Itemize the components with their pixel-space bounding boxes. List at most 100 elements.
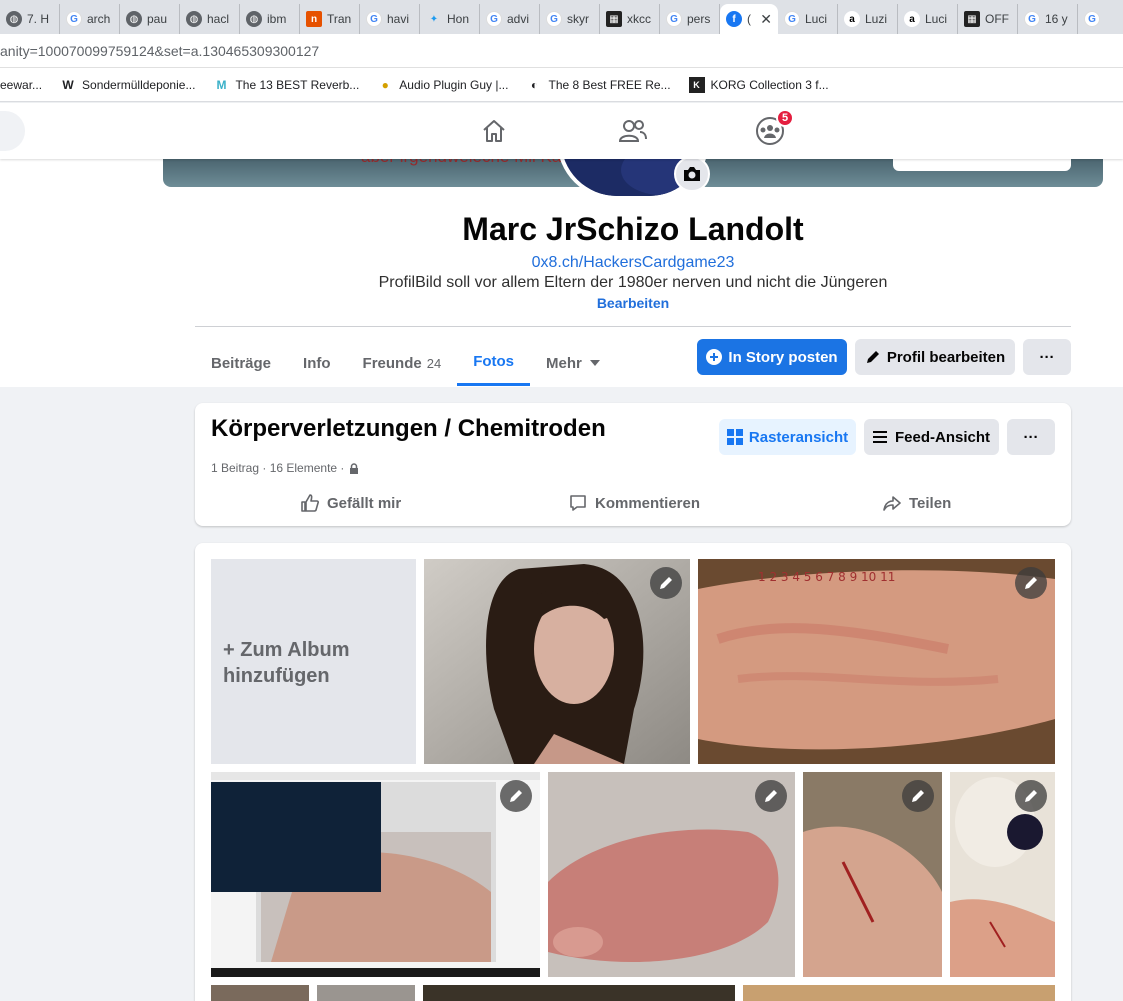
address-bar[interactable]: anity=100070099759124&set=a.130465309300…	[0, 34, 1123, 68]
google-icon: G	[366, 11, 382, 27]
photo-tile[interactable]	[211, 772, 540, 977]
tab-fotos[interactable]: Fotos	[457, 340, 531, 386]
google-icon: G	[784, 11, 800, 27]
tab-label: advi	[507, 12, 530, 26]
browser-tab[interactable]: ◍ ibm	[240, 4, 300, 34]
amazon-icon: a	[844, 11, 860, 27]
notification-badge: 5	[776, 109, 794, 127]
tab-beitraege[interactable]: Beiträge	[195, 340, 287, 386]
browser-tab[interactable]: ✦ Hon	[420, 4, 480, 34]
photo-tile[interactable]: 1 2 3 4 5 6 7 8 9 10 11	[698, 559, 1055, 764]
edit-profile-button[interactable]: Profil bearbeiten	[855, 339, 1015, 375]
pencil-icon	[765, 790, 777, 802]
tab-freunde[interactable]: Freunde 24	[347, 340, 458, 386]
comment-button[interactable]: Kommentieren	[568, 488, 700, 518]
facebook-icon: f	[726, 11, 742, 27]
browser-tab[interactable]: ◍ pau	[120, 4, 180, 34]
camera-icon[interactable]	[674, 156, 710, 192]
search-input[interactable]	[0, 111, 25, 151]
bookmark-label: The 8 Best FREE Re...	[548, 77, 671, 92]
tab-label: Tran	[327, 12, 352, 26]
edit-photo-button[interactable]	[902, 780, 934, 812]
pencil-icon	[660, 577, 672, 589]
story-button[interactable]: In Story posten	[697, 339, 847, 375]
url-text[interactable]: anity=100070099759124&set=a.130465309300…	[0, 43, 319, 59]
feed-view-button[interactable]: Feed-Ansicht	[864, 419, 999, 455]
edit-photo-button[interactable]	[650, 567, 682, 599]
browser-tab[interactable]: Gpers	[660, 4, 720, 34]
profile-link[interactable]: 0x8.ch/HackersCardgame23	[0, 254, 1123, 272]
bookmark-item[interactable]: ● Audio Plugin Guy |...	[377, 77, 509, 93]
tab-label: skyr	[567, 12, 589, 26]
browser-tab[interactable]: G Luci	[778, 4, 838, 34]
bookmark-item[interactable]: ◐ The 8 Best FREE Re...	[526, 77, 671, 93]
browser-tab[interactable]: Ghavi	[360, 4, 420, 34]
home-icon[interactable]	[478, 115, 510, 147]
grid-icon	[726, 429, 743, 445]
profile-more-button[interactable]: ···	[1023, 339, 1071, 375]
bookmark-label: Sondermülldeponie...	[82, 77, 196, 92]
pencil-icon	[912, 790, 924, 802]
album-more-button[interactable]: ···	[1007, 419, 1055, 455]
tab-label: ibm	[267, 12, 287, 26]
facebook-header: 5	[0, 103, 1123, 159]
share-button[interactable]: Teilen	[882, 488, 951, 518]
close-tab-icon[interactable]: ✕	[760, 11, 772, 28]
browser-tab[interactable]: ▦ OFF	[958, 4, 1018, 34]
tab-info[interactable]: Info	[287, 340, 347, 386]
xkcd-icon: ▦	[606, 11, 622, 27]
tab-label: 16 y	[1045, 12, 1068, 26]
thumbs-up-icon	[301, 494, 319, 512]
edit-photo-button[interactable]	[1015, 567, 1047, 599]
bookmark-item[interactable]: K KORG Collection 3 f...	[688, 76, 829, 93]
browser-tab[interactable]: ◍ hacl	[180, 4, 240, 34]
edit-cover-button[interactable]	[893, 159, 1071, 171]
tab-label: 7. H	[27, 12, 50, 26]
photo-tile[interactable]	[423, 985, 735, 1001]
groups-icon[interactable]: 5	[754, 109, 794, 147]
browser-tab[interactable]: a Luci	[898, 4, 958, 34]
friends-count: 24	[426, 355, 442, 371]
friends-icon[interactable]	[617, 115, 649, 147]
amazon-icon: a	[904, 11, 920, 27]
bookmark-item[interactable]: M The 13 BEST Reverb...	[213, 77, 359, 93]
google-icon: G	[66, 11, 82, 27]
photo-tile[interactable]	[424, 559, 690, 764]
tab-label: xkcc	[627, 12, 651, 26]
browser-tab[interactable]: G	[1078, 4, 1123, 34]
bookmark-item[interactable]: W Sondermülldeponie...	[60, 77, 195, 93]
bookmark-item[interactable]: eewar...	[0, 78, 42, 92]
bookmark-label: Audio Plugin Guy |...	[399, 77, 509, 92]
browser-tab[interactable]: G 16 y	[1018, 4, 1078, 34]
edit-photo-button[interactable]	[500, 780, 532, 812]
pencil-icon	[510, 790, 522, 802]
edit-photo-button[interactable]	[755, 780, 787, 812]
browser-tab[interactable]: ◍ 7. H	[0, 4, 60, 34]
edit-photo-button[interactable]	[1015, 780, 1047, 812]
add-to-album-tile[interactable]: + Zum Album hinzufügen	[211, 559, 416, 764]
photo-tile[interactable]	[211, 985, 309, 1001]
bookmark-icon: W	[62, 77, 74, 92]
photo-tile[interactable]	[743, 985, 1055, 1001]
browser-tab[interactable]: n Tran	[300, 4, 360, 34]
bookmark-label: eewar...	[0, 77, 43, 92]
photo-tile[interactable]	[317, 985, 415, 1001]
browser-tab[interactable]: ▦ xkcc	[600, 4, 660, 34]
browser-tab[interactable]: f (✕	[720, 4, 778, 34]
lock-icon	[350, 462, 359, 474]
tab-label: hacl	[207, 12, 230, 26]
edit-bio-link[interactable]: Bearbeiten	[0, 295, 1123, 311]
album-title: Körperverletzungen / Chemitroden	[211, 415, 606, 442]
like-button[interactable]: Gefällt mir	[300, 488, 401, 518]
browser-tab[interactable]: Garch	[60, 4, 120, 34]
browser-tab[interactable]: Gskyr	[540, 4, 600, 34]
tab-label: Luzi	[865, 12, 888, 26]
tab-label: pers	[687, 12, 711, 26]
browser-tab[interactable]: Gadvi	[480, 4, 540, 34]
browser-tab[interactable]: a Luzi	[838, 4, 898, 34]
tab-mehr[interactable]: Mehr	[530, 340, 616, 386]
grid-view-button[interactable]: Rasteransicht	[719, 419, 856, 455]
bookmark-label: The 13 BEST Reverb...	[235, 77, 360, 92]
bookmarks-bar: eewar... W Sondermülldeponie... M The 13 BES…	[0, 68, 1123, 102]
caret-down-icon	[589, 360, 600, 366]
